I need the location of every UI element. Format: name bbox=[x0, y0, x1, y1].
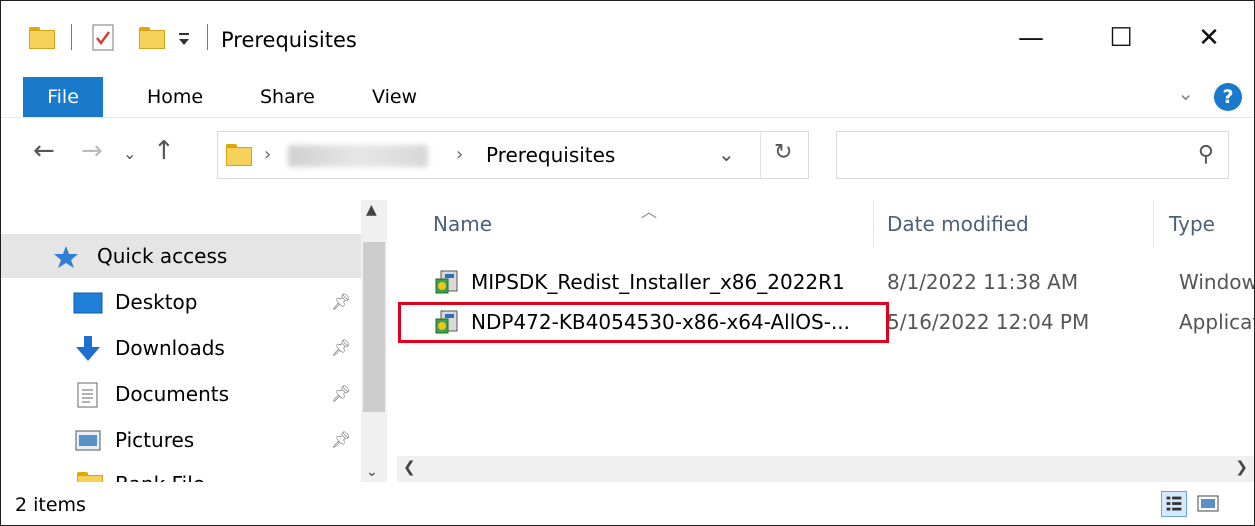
desktop-icon bbox=[73, 292, 103, 314]
divider bbox=[760, 132, 761, 178]
star-icon bbox=[54, 246, 78, 268]
maximize-button[interactable]: ☐ bbox=[1076, 13, 1166, 63]
nav-item-downloads[interactable]: Downloads 📌︎ bbox=[1, 326, 361, 370]
download-arrow-icon bbox=[76, 336, 100, 361]
customize-toolbar-icon[interactable] bbox=[177, 29, 191, 49]
scroll-left-icon[interactable]: ❮ bbox=[403, 458, 416, 476]
large-icons-view-icon[interactable] bbox=[1195, 491, 1221, 517]
window-title: Prerequisites bbox=[221, 28, 357, 52]
nav-item-label: Desktop bbox=[115, 290, 198, 314]
file-date-modified: 5/16/2022 12:04 PM bbox=[887, 310, 1090, 334]
toolbar-separator bbox=[71, 24, 72, 50]
file-row[interactable]: MIPSDK_Redist_Installer_x86_2022R1 8/1/2… bbox=[397, 266, 1254, 300]
nav-item-desktop[interactable]: Desktop 📌︎ bbox=[1, 280, 361, 324]
file-type: Applicat bbox=[1179, 310, 1255, 334]
nav-item-bank-file[interactable]: Bank File bbox=[1, 464, 361, 482]
up-button[interactable]: ↑ bbox=[153, 136, 175, 166]
address-bar[interactable]: › › Prerequisites ⌄ ↻ bbox=[217, 131, 809, 179]
folder-icon bbox=[77, 472, 103, 482]
address-dropdown-icon[interactable]: ⌄ bbox=[718, 142, 735, 166]
nav-item-label: Bank File bbox=[115, 464, 205, 482]
scroll-right-icon[interactable]: ❯ bbox=[1235, 458, 1248, 476]
search-icon: ⚲ bbox=[1197, 142, 1214, 167]
nav-item-documents[interactable]: Documents 📌︎ bbox=[1, 372, 361, 416]
breadcrumb-current[interactable]: Prerequisites bbox=[486, 143, 615, 167]
ribbon-tabs: File Home Share View ⌄ ? bbox=[1, 77, 1254, 118]
scroll-down-icon[interactable]: ⌄ bbox=[366, 464, 378, 480]
file-type: Window bbox=[1179, 270, 1255, 294]
breadcrumb-separator[interactable]: › bbox=[456, 144, 463, 165]
nav-item-label: Documents bbox=[115, 382, 230, 406]
blurred-path-segment[interactable] bbox=[288, 145, 428, 167]
address-row: ← → ⌄ ↑ › › Prerequisites ⌄ ↻ ⚲ bbox=[1, 118, 1254, 200]
forward-button[interactable]: → bbox=[81, 136, 103, 166]
file-date-modified: 8/1/2022 11:38 AM bbox=[887, 270, 1079, 294]
scroll-up-icon[interactable]: ▲ bbox=[366, 202, 377, 218]
tab-home[interactable]: Home bbox=[147, 77, 203, 117]
expand-ribbon-icon[interactable]: ⌄ bbox=[1177, 81, 1194, 105]
tab-share[interactable]: Share bbox=[260, 77, 315, 117]
minimize-button[interactable]: — bbox=[986, 13, 1076, 63]
status-bar: 2 items bbox=[1, 485, 1254, 525]
search-box[interactable]: ⚲ bbox=[836, 131, 1229, 179]
folder-icon[interactable] bbox=[29, 27, 55, 49]
toolbar-separator bbox=[207, 24, 208, 50]
navigation-pane: Quick access Desktop 📌︎ Downloads 📌︎ Doc… bbox=[1, 200, 389, 482]
folder-icon bbox=[226, 144, 252, 166]
explorer-window: Prerequisites — ☐ ✕ File Home Share View… bbox=[0, 0, 1255, 526]
column-header-name[interactable]: Name bbox=[433, 212, 492, 236]
details-view-icon[interactable] bbox=[1161, 491, 1187, 517]
column-divider[interactable] bbox=[1153, 200, 1154, 248]
nav-item-pictures[interactable]: Pictures 📌︎ bbox=[1, 418, 361, 462]
highlight-box bbox=[398, 302, 889, 343]
documents-icon bbox=[77, 382, 98, 408]
help-button[interactable]: ? bbox=[1214, 83, 1242, 111]
pin-icon[interactable]: 📌︎ bbox=[331, 280, 351, 324]
refresh-icon[interactable]: ↻ bbox=[774, 140, 792, 165]
pin-icon[interactable]: 📌︎ bbox=[331, 326, 351, 370]
item-count: 2 items bbox=[15, 494, 86, 516]
nav-item-label: Pictures bbox=[115, 428, 195, 452]
close-button[interactable]: ✕ bbox=[1164, 13, 1254, 63]
pin-icon[interactable]: 📌︎ bbox=[331, 372, 351, 416]
new-folder-icon[interactable] bbox=[139, 27, 165, 49]
nav-pane-scrollbar[interactable]: ▲ ⌄ bbox=[361, 200, 387, 482]
nav-item-label: Downloads bbox=[115, 336, 225, 360]
nav-item-label: Quick access bbox=[97, 244, 228, 268]
column-divider[interactable] bbox=[873, 200, 874, 248]
tab-view[interactable]: View bbox=[372, 77, 417, 117]
breadcrumb-separator[interactable]: › bbox=[264, 144, 271, 165]
pin-icon[interactable]: 📌︎ bbox=[331, 418, 351, 462]
column-header-type[interactable]: Type bbox=[1169, 212, 1215, 236]
back-button[interactable]: ← bbox=[33, 136, 55, 166]
file-name: MIPSDK_Redist_Installer_x86_2022R1 bbox=[471, 270, 845, 294]
title-bar: Prerequisites — ☐ ✕ bbox=[1, 1, 1254, 77]
properties-icon[interactable] bbox=[91, 23, 117, 53]
recent-locations-button[interactable]: ⌄ bbox=[123, 144, 136, 163]
nav-item-quick-access[interactable]: Quick access bbox=[1, 234, 361, 278]
scrollbar-thumb[interactable] bbox=[363, 242, 385, 412]
file-list-horizontal-scrollbar[interactable]: ❮ ❯ bbox=[397, 456, 1254, 482]
pictures-icon bbox=[75, 430, 101, 451]
tab-file[interactable]: File bbox=[23, 77, 103, 117]
installer-icon bbox=[435, 270, 458, 294]
column-header-date-modified[interactable]: Date modified bbox=[887, 212, 1029, 236]
sort-ascending-icon: ︿ bbox=[641, 202, 658, 221]
